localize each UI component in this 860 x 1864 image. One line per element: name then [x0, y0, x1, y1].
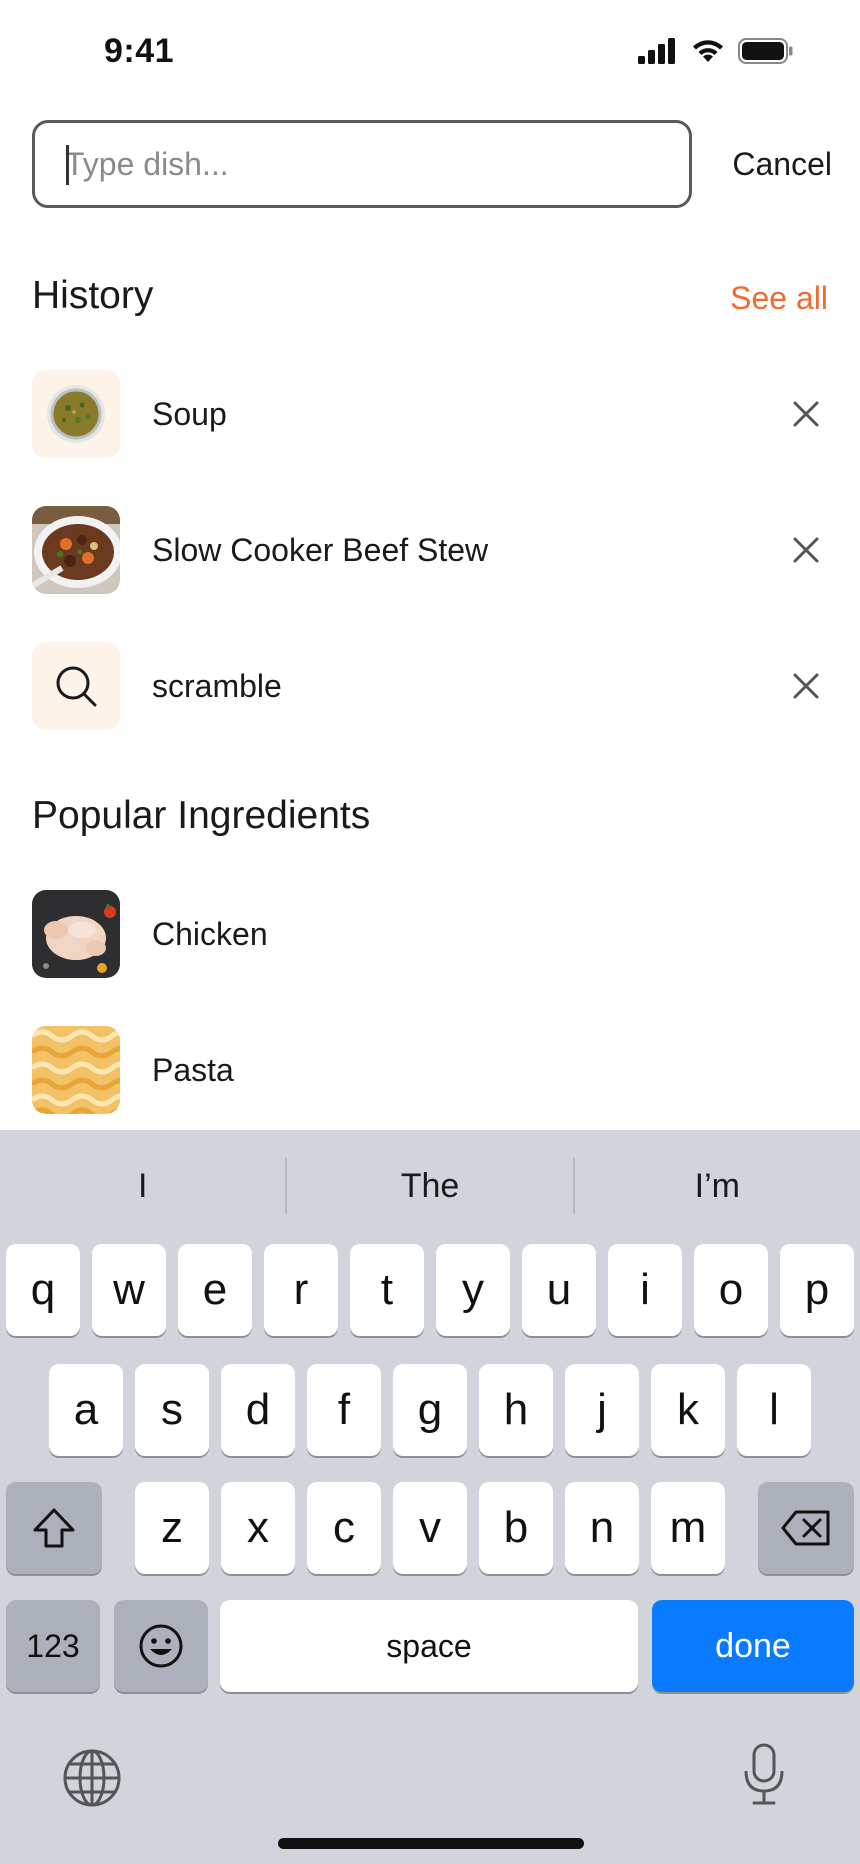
close-icon — [793, 673, 819, 699]
keyboard: I The I’m q w e r t y u i o p a s d f g … — [0, 1130, 860, 1864]
done-key[interactable]: done — [652, 1600, 854, 1692]
key-k[interactable]: k — [651, 1364, 725, 1456]
cancel-button[interactable]: Cancel — [732, 120, 832, 208]
key-i[interactable]: i — [608, 1244, 682, 1336]
key-l[interactable]: l — [737, 1364, 811, 1456]
history-item-label: Soup — [152, 395, 227, 432]
status-bar: 9:41 — [0, 0, 860, 100]
key-q[interactable]: q — [6, 1244, 80, 1336]
history-item-label: scramble — [152, 667, 282, 704]
key-n[interactable]: n — [565, 1482, 639, 1574]
globe-button[interactable] — [60, 1746, 124, 1810]
dictation-button[interactable] — [736, 1740, 792, 1810]
key-w[interactable]: w — [92, 1244, 166, 1336]
key-o[interactable]: o — [694, 1244, 768, 1336]
pasta-image — [32, 1026, 120, 1114]
soup-image — [32, 370, 120, 458]
key-g[interactable]: g — [393, 1364, 467, 1456]
key-c[interactable]: c — [307, 1482, 381, 1574]
globe-icon — [63, 1749, 121, 1807]
key-y[interactable]: y — [436, 1244, 510, 1336]
remove-history-button[interactable] — [784, 392, 828, 436]
close-icon — [793, 401, 819, 427]
key-e[interactable]: e — [178, 1244, 252, 1336]
search-field[interactable] — [32, 120, 692, 208]
home-indicator[interactable] — [278, 1838, 584, 1849]
numbers-key[interactable]: 123 — [6, 1600, 100, 1692]
chicken-image — [32, 890, 120, 978]
key-r[interactable]: r — [264, 1244, 338, 1336]
key-s[interactable]: s — [135, 1364, 209, 1456]
shift-key[interactable] — [6, 1482, 102, 1574]
key-p[interactable]: p — [780, 1244, 854, 1336]
suggestion[interactable]: I’m — [575, 1158, 860, 1214]
see-all-link[interactable]: See all — [730, 280, 828, 317]
text-cursor — [66, 145, 69, 185]
history-item-label: Slow Cooker Beef Stew — [152, 531, 489, 568]
backspace-icon — [781, 1510, 830, 1546]
search-icon-tile — [32, 642, 120, 730]
key-m[interactable]: m — [651, 1482, 725, 1574]
backspace-key[interactable] — [758, 1482, 854, 1574]
popular-ingredients-title: Popular Ingredients — [32, 794, 371, 837]
remove-history-button[interactable] — [784, 528, 828, 572]
suggestion[interactable]: I — [0, 1158, 285, 1214]
key-h[interactable]: h — [479, 1364, 553, 1456]
status-icons — [638, 38, 794, 64]
wifi-icon — [693, 40, 723, 62]
microphone-icon — [744, 1743, 784, 1805]
keyboard-suggestions: I The I’m — [0, 1130, 860, 1242]
key-b[interactable]: b — [479, 1482, 553, 1574]
key-a[interactable]: a — [49, 1364, 123, 1456]
cellular-signal-icon — [638, 38, 675, 64]
history-item[interactable]: Slow Cooker Beef Stew — [32, 506, 828, 594]
history-title: History — [32, 274, 154, 317]
suggestion[interactable]: The — [287, 1158, 572, 1214]
shift-icon — [33, 1508, 75, 1548]
emoji-key[interactable] — [114, 1600, 208, 1692]
ingredient-label: Pasta — [152, 1051, 234, 1088]
status-time: 9:41 — [104, 32, 175, 70]
history-item[interactable]: scramble — [32, 642, 828, 730]
battery-icon — [738, 38, 793, 64]
space-key[interactable]: space — [220, 1600, 638, 1692]
key-x[interactable]: x — [221, 1482, 295, 1574]
key-z[interactable]: z — [135, 1482, 209, 1574]
ingredient-item[interactable]: Chicken — [32, 890, 828, 978]
ingredient-item[interactable]: Pasta — [32, 1026, 828, 1114]
remove-history-button[interactable] — [784, 664, 828, 708]
search-input[interactable] — [65, 123, 665, 205]
beef-stew-image — [32, 506, 120, 594]
close-icon — [793, 537, 819, 563]
search-row: Cancel — [32, 120, 832, 208]
key-d[interactable]: d — [221, 1364, 295, 1456]
key-u[interactable]: u — [522, 1244, 596, 1336]
key-v[interactable]: v — [393, 1482, 467, 1574]
emoji-icon — [139, 1624, 183, 1668]
ingredient-label: Chicken — [152, 915, 268, 952]
key-t[interactable]: t — [350, 1244, 424, 1336]
key-j[interactable]: j — [565, 1364, 639, 1456]
search-icon — [56, 666, 97, 707]
key-f[interactable]: f — [307, 1364, 381, 1456]
history-item[interactable]: Soup — [32, 370, 828, 458]
